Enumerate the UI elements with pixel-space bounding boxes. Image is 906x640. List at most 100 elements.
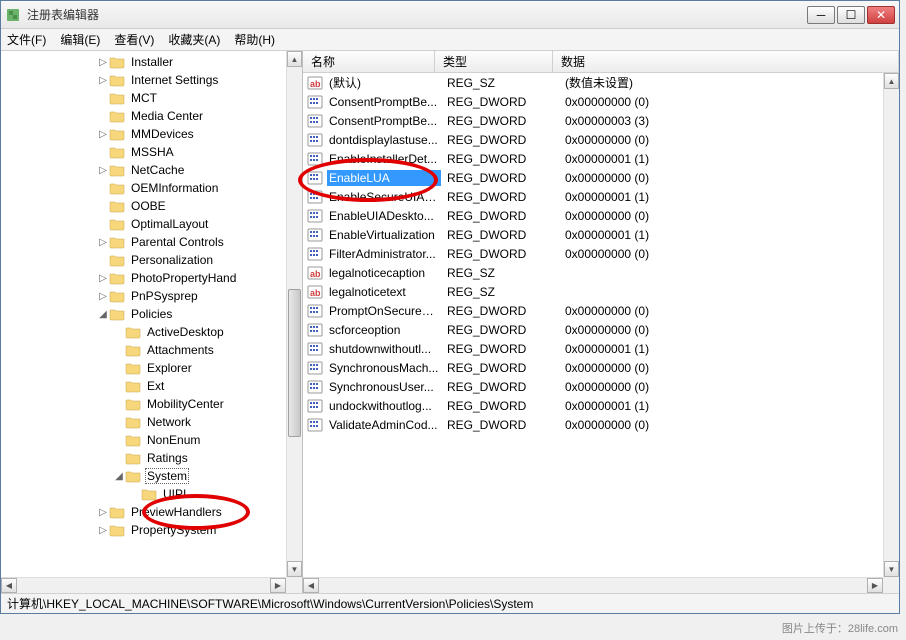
- tree-item-previewhandlers[interactable]: ▷PreviewHandlers: [1, 503, 286, 521]
- tree-item-uipi[interactable]: UIPI: [1, 485, 286, 503]
- tree-item-ratings[interactable]: Ratings: [1, 449, 286, 467]
- value-row[interactable]: SynchronousUser...REG_DWORD0x00000000 (0…: [303, 377, 883, 396]
- tree-item-propertysystem[interactable]: ▷PropertySystem: [1, 521, 286, 539]
- tree-item-attachments[interactable]: Attachments: [1, 341, 286, 359]
- menu-file[interactable]: 文件(F): [7, 31, 46, 48]
- tree-item-media-center[interactable]: Media Center: [1, 107, 286, 125]
- folder-icon: [109, 127, 125, 141]
- tree-item-oeminformation[interactable]: OEMInformation: [1, 179, 286, 197]
- value-data: 0x00000000 (0): [559, 95, 883, 109]
- value-row[interactable]: ValidateAdminCod...REG_DWORD0x00000000 (…: [303, 415, 883, 434]
- value-row[interactable]: ConsentPromptBe...REG_DWORD0x00000003 (3…: [303, 111, 883, 130]
- value-data: 0x00000000 (0): [559, 304, 883, 318]
- folder-icon: [125, 469, 141, 483]
- value-row[interactable]: EnableInstallerDet...REG_DWORD0x00000001…: [303, 149, 883, 168]
- scroll-up-button[interactable]: ▲: [884, 73, 899, 89]
- tree-toggle-icon[interactable]: ▷: [97, 291, 109, 302]
- close-button[interactable]: ✕: [867, 6, 895, 24]
- tree-item-oobe[interactable]: OOBE: [1, 197, 286, 215]
- tree-item-nonenum[interactable]: NonEnum: [1, 431, 286, 449]
- tree-toggle-icon[interactable]: ▷: [97, 507, 109, 518]
- value-row[interactable]: undockwithoutlog...REG_DWORD0x00000001 (…: [303, 396, 883, 415]
- value-row[interactable]: ablegalnoticecaptionREG_SZ: [303, 263, 883, 282]
- scroll-left-button[interactable]: ◀: [1, 578, 17, 593]
- scroll-down-button[interactable]: ▼: [884, 561, 899, 577]
- folder-icon: [109, 271, 125, 285]
- tree-item-netcache[interactable]: ▷NetCache: [1, 161, 286, 179]
- tree-item-mobilitycenter[interactable]: MobilityCenter: [1, 395, 286, 413]
- tree-item-explorer[interactable]: Explorer: [1, 359, 286, 377]
- tree-scrollbar-horizontal[interactable]: ◀ ▶: [1, 577, 286, 593]
- value-row[interactable]: SynchronousMach...REG_DWORD0x00000000 (0…: [303, 358, 883, 377]
- tree-item-label: Internet Settings: [129, 72, 220, 88]
- tree-toggle-icon[interactable]: ▷: [97, 273, 109, 284]
- column-header-data[interactable]: 数据: [553, 51, 899, 72]
- tree-toggle-icon[interactable]: ▷: [97, 237, 109, 248]
- scroll-down-button[interactable]: ▼: [287, 561, 302, 577]
- binary-value-icon: [307, 170, 323, 186]
- value-row[interactable]: EnableSecureUIAP...REG_DWORD0x00000001 (…: [303, 187, 883, 206]
- tree-item-policies[interactable]: ◢Policies: [1, 305, 286, 323]
- tree-scroll-thumb[interactable]: [288, 289, 301, 437]
- menu-view[interactable]: 查看(V): [114, 31, 154, 48]
- tree-item-network[interactable]: Network: [1, 413, 286, 431]
- value-row[interactable]: EnableUIADeskto...REG_DWORD0x00000000 (0…: [303, 206, 883, 225]
- maximize-button[interactable]: ☐: [837, 6, 865, 24]
- titlebar[interactable]: 注册表编辑器 ─ ☐ ✕: [1, 1, 899, 29]
- tree-item-photopropertyhand[interactable]: ▷PhotoPropertyHand: [1, 269, 286, 287]
- tree-toggle-icon[interactable]: ▷: [97, 165, 109, 176]
- folder-icon: [125, 361, 141, 375]
- value-row[interactable]: scforceoptionREG_DWORD0x00000000 (0): [303, 320, 883, 339]
- scroll-up-button[interactable]: ▲: [287, 51, 302, 67]
- tree-scroll[interactable]: ▷Installer▷Internet SettingsMCTMedia Cen…: [1, 51, 286, 577]
- folder-icon: [109, 253, 125, 267]
- tree-item-label: PnPSysprep: [129, 288, 200, 304]
- value-row[interactable]: ablegalnoticetextREG_SZ: [303, 282, 883, 301]
- tree-item-system[interactable]: ◢System: [1, 467, 286, 485]
- tree-item-mmdevices[interactable]: ▷MMDevices: [1, 125, 286, 143]
- tree-item-optimallayout[interactable]: OptimalLayout: [1, 215, 286, 233]
- scroll-left-button[interactable]: ◀: [303, 578, 319, 593]
- menu-edit[interactable]: 编辑(E): [60, 31, 100, 48]
- list-scrollbar-horizontal[interactable]: ◀ ▶: [303, 577, 883, 593]
- value-row[interactable]: ConsentPromptBe...REG_DWORD0x00000000 (0…: [303, 92, 883, 111]
- tree-toggle-icon[interactable]: ▷: [97, 129, 109, 140]
- list-scrollbar-vertical[interactable]: ▲ ▼: [883, 73, 899, 577]
- tree-item-mct[interactable]: MCT: [1, 89, 286, 107]
- menu-help[interactable]: 帮助(H): [234, 31, 275, 48]
- tree-toggle-icon[interactable]: ◢: [113, 471, 125, 482]
- binary-value-icon: [307, 151, 323, 167]
- scroll-right-button[interactable]: ▶: [270, 578, 286, 593]
- value-row[interactable]: FilterAdministrator...REG_DWORD0x0000000…: [303, 244, 883, 263]
- column-header-name[interactable]: 名称: [303, 51, 435, 72]
- list-body[interactable]: ab(默认)REG_SZ(数值未设置)ConsentPromptBe...REG…: [303, 73, 883, 577]
- tree-item-activedesktop[interactable]: ActiveDesktop: [1, 323, 286, 341]
- value-row[interactable]: EnableLUAREG_DWORD0x00000000 (0): [303, 168, 883, 187]
- tree-item-label: Explorer: [145, 360, 194, 376]
- tree-item-parental-controls[interactable]: ▷Parental Controls: [1, 233, 286, 251]
- value-row[interactable]: EnableVirtualizationREG_DWORD0x00000001 …: [303, 225, 883, 244]
- tree-item-mssha[interactable]: MSSHA: [1, 143, 286, 161]
- tree-toggle-icon[interactable]: ◢: [97, 309, 109, 320]
- value-name: undockwithoutlog...: [327, 398, 441, 414]
- tree-toggle-icon[interactable]: ▷: [97, 57, 109, 68]
- tree-scrollbar-vertical[interactable]: ▲ ▼: [286, 51, 302, 577]
- scroll-right-button[interactable]: ▶: [867, 578, 883, 593]
- tree-item-personalization[interactable]: Personalization: [1, 251, 286, 269]
- minimize-button[interactable]: ─: [807, 6, 835, 24]
- tree-item-internet-settings[interactable]: ▷ Internet Settings: [1, 71, 286, 89]
- tree-item-installer[interactable]: ▷Installer: [1, 53, 286, 71]
- value-name: shutdownwithoutl...: [327, 341, 441, 357]
- value-row[interactable]: shutdownwithoutl...REG_DWORD0x00000001 (…: [303, 339, 883, 358]
- tree-item-pnpsysprep[interactable]: ▷ PnPSysprep: [1, 287, 286, 305]
- column-header-type[interactable]: 类型: [435, 51, 553, 72]
- tree-item-ext[interactable]: Ext: [1, 377, 286, 395]
- menu-favorites[interactable]: 收藏夹(A): [168, 31, 220, 48]
- value-row[interactable]: PromptOnSecureD...REG_DWORD0x00000000 (0…: [303, 301, 883, 320]
- tree-toggle-icon[interactable]: ▷: [97, 75, 109, 86]
- value-row[interactable]: ab(默认)REG_SZ(数值未设置): [303, 73, 883, 92]
- binary-value-icon: [307, 227, 323, 243]
- tree-toggle-icon[interactable]: ▷: [97, 525, 109, 536]
- value-row[interactable]: dontdisplaylastuse...REG_DWORD0x00000000…: [303, 130, 883, 149]
- window-title: 注册表编辑器: [27, 6, 807, 23]
